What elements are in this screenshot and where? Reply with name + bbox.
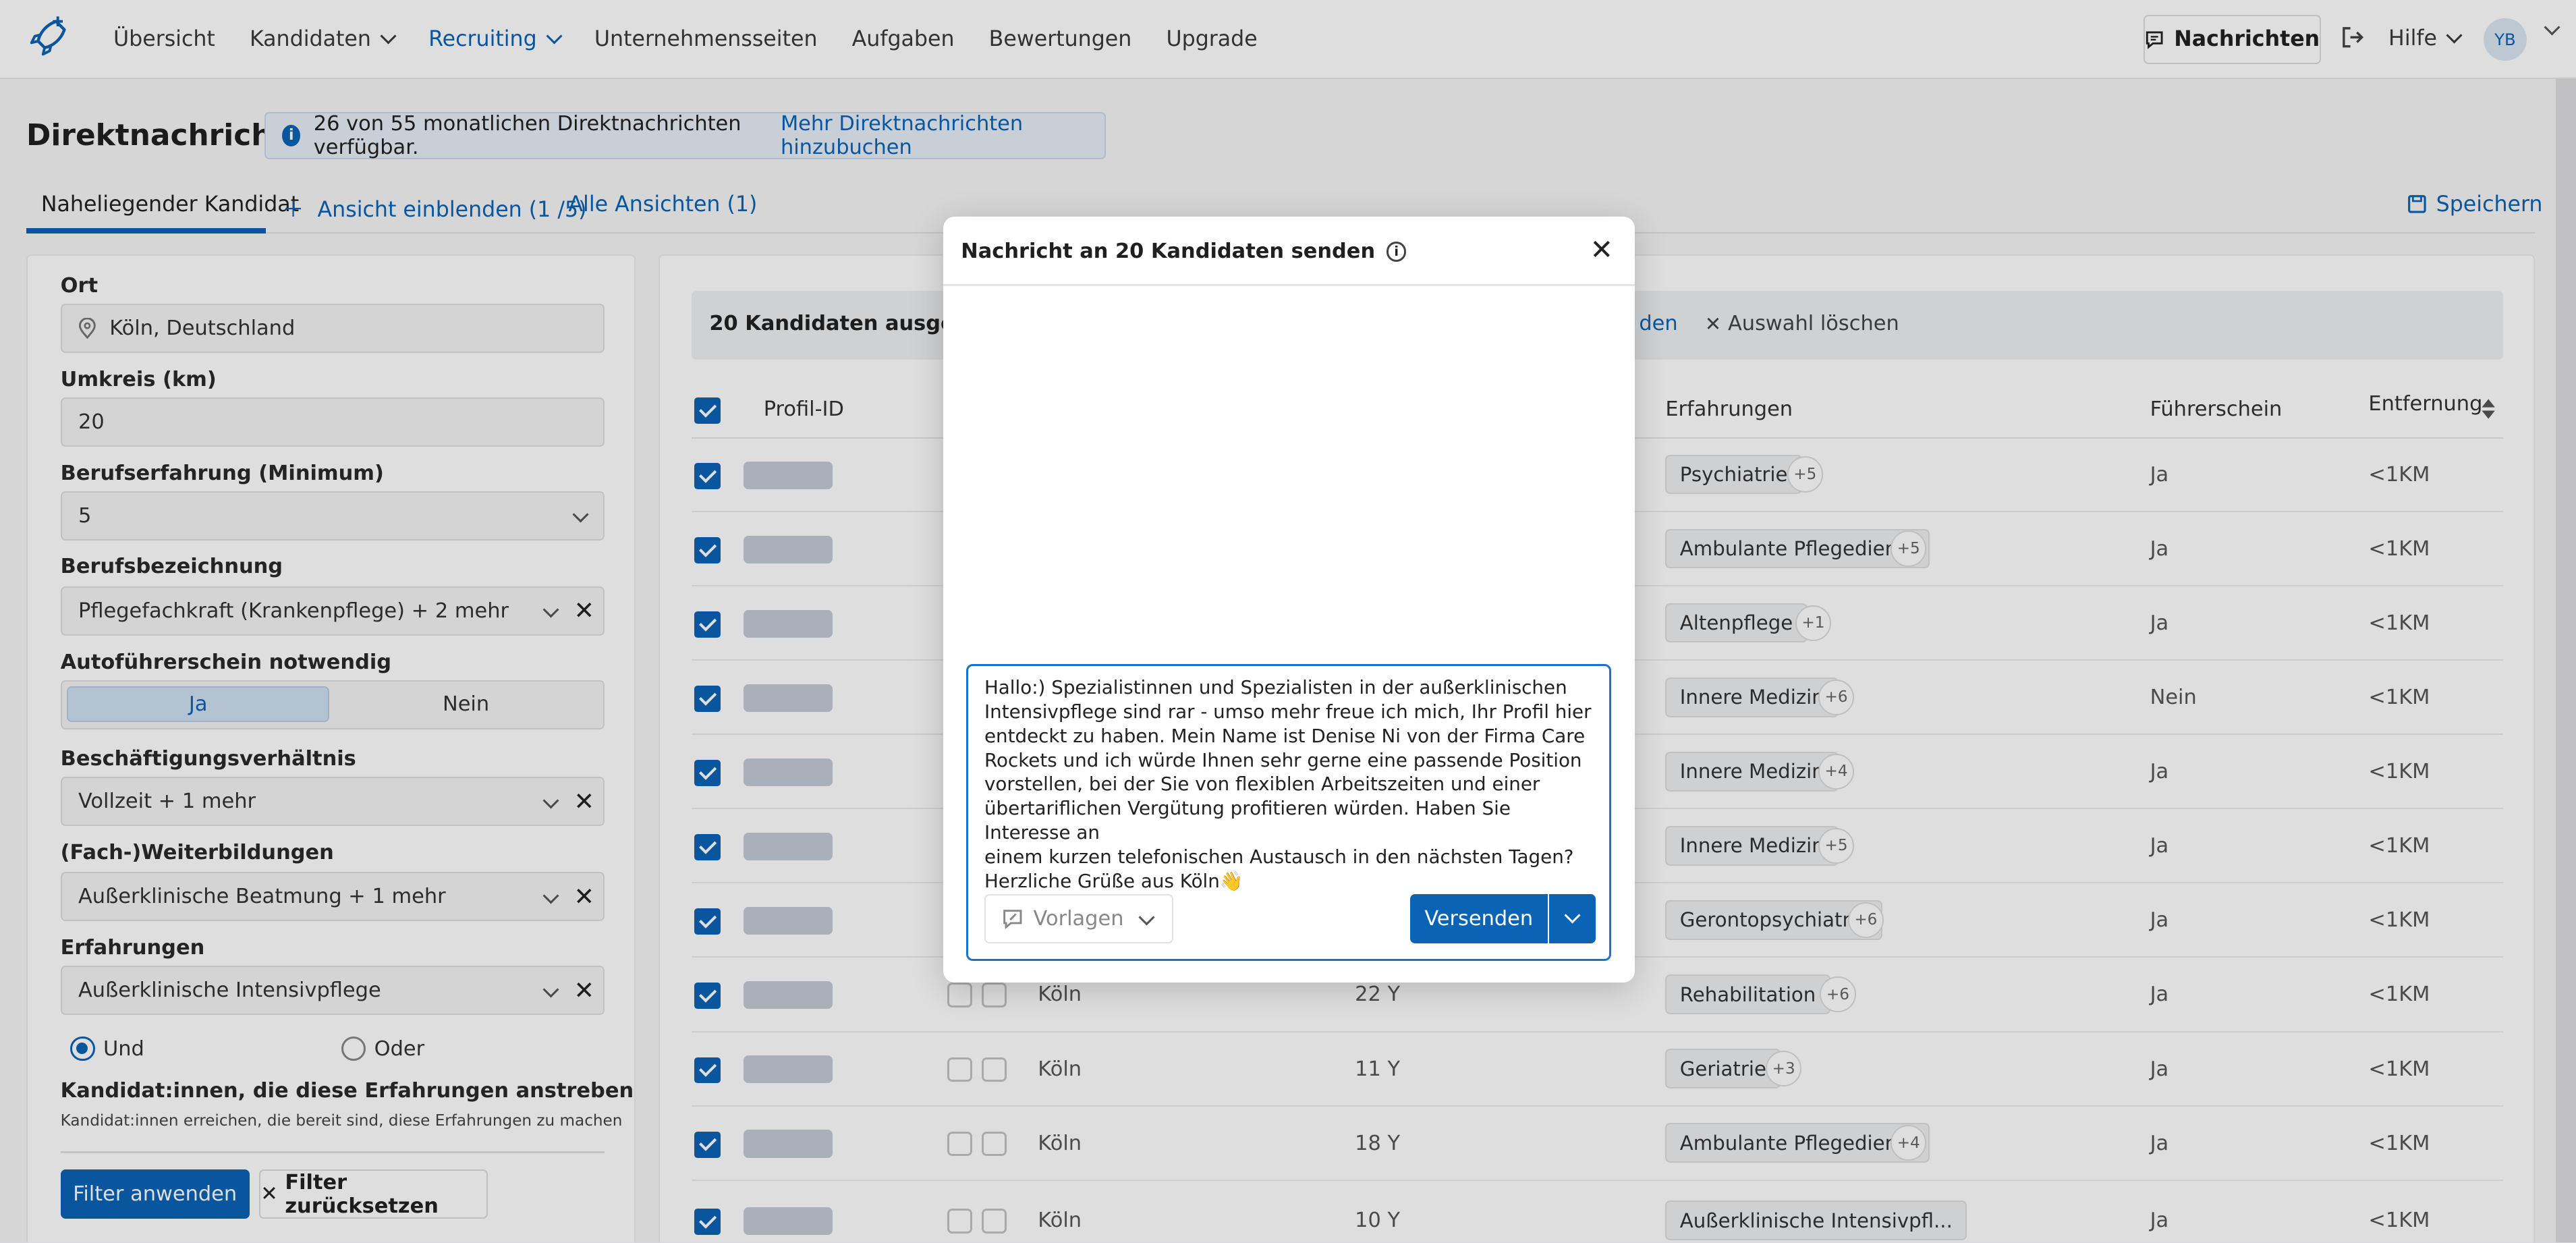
close-icon[interactable]: ✕ xyxy=(1588,233,1615,266)
dialog-title: Nachricht an 20 Kandidaten senden i xyxy=(961,240,1407,264)
templates-dropdown[interactable]: Vorlagen xyxy=(984,894,1173,944)
message-composer: Hallo:) Spezialistinnen und Spezialisten… xyxy=(965,663,1612,962)
send-options-button[interactable] xyxy=(1549,894,1596,944)
app-root: Übersicht Kandidaten Recruiting Unterneh… xyxy=(0,0,2576,1242)
templates-label: Vorlagen xyxy=(1033,907,1124,931)
chevron-down-icon xyxy=(1138,909,1155,926)
dialog-divider xyxy=(943,284,1635,286)
chevron-down-icon xyxy=(1564,907,1581,924)
message-textarea[interactable]: Hallo:) Spezialistinnen und Spezialisten… xyxy=(984,675,1592,893)
send-button[interactable]: Versenden xyxy=(1409,894,1548,944)
send-message-dialog: Nachricht an 20 Kandidaten senden i ✕ Hal… xyxy=(943,217,1635,983)
info-icon[interactable]: i xyxy=(1387,242,1407,262)
template-icon xyxy=(1003,909,1022,929)
dialog-title-text: Nachricht an 20 Kandidaten senden xyxy=(961,240,1376,264)
